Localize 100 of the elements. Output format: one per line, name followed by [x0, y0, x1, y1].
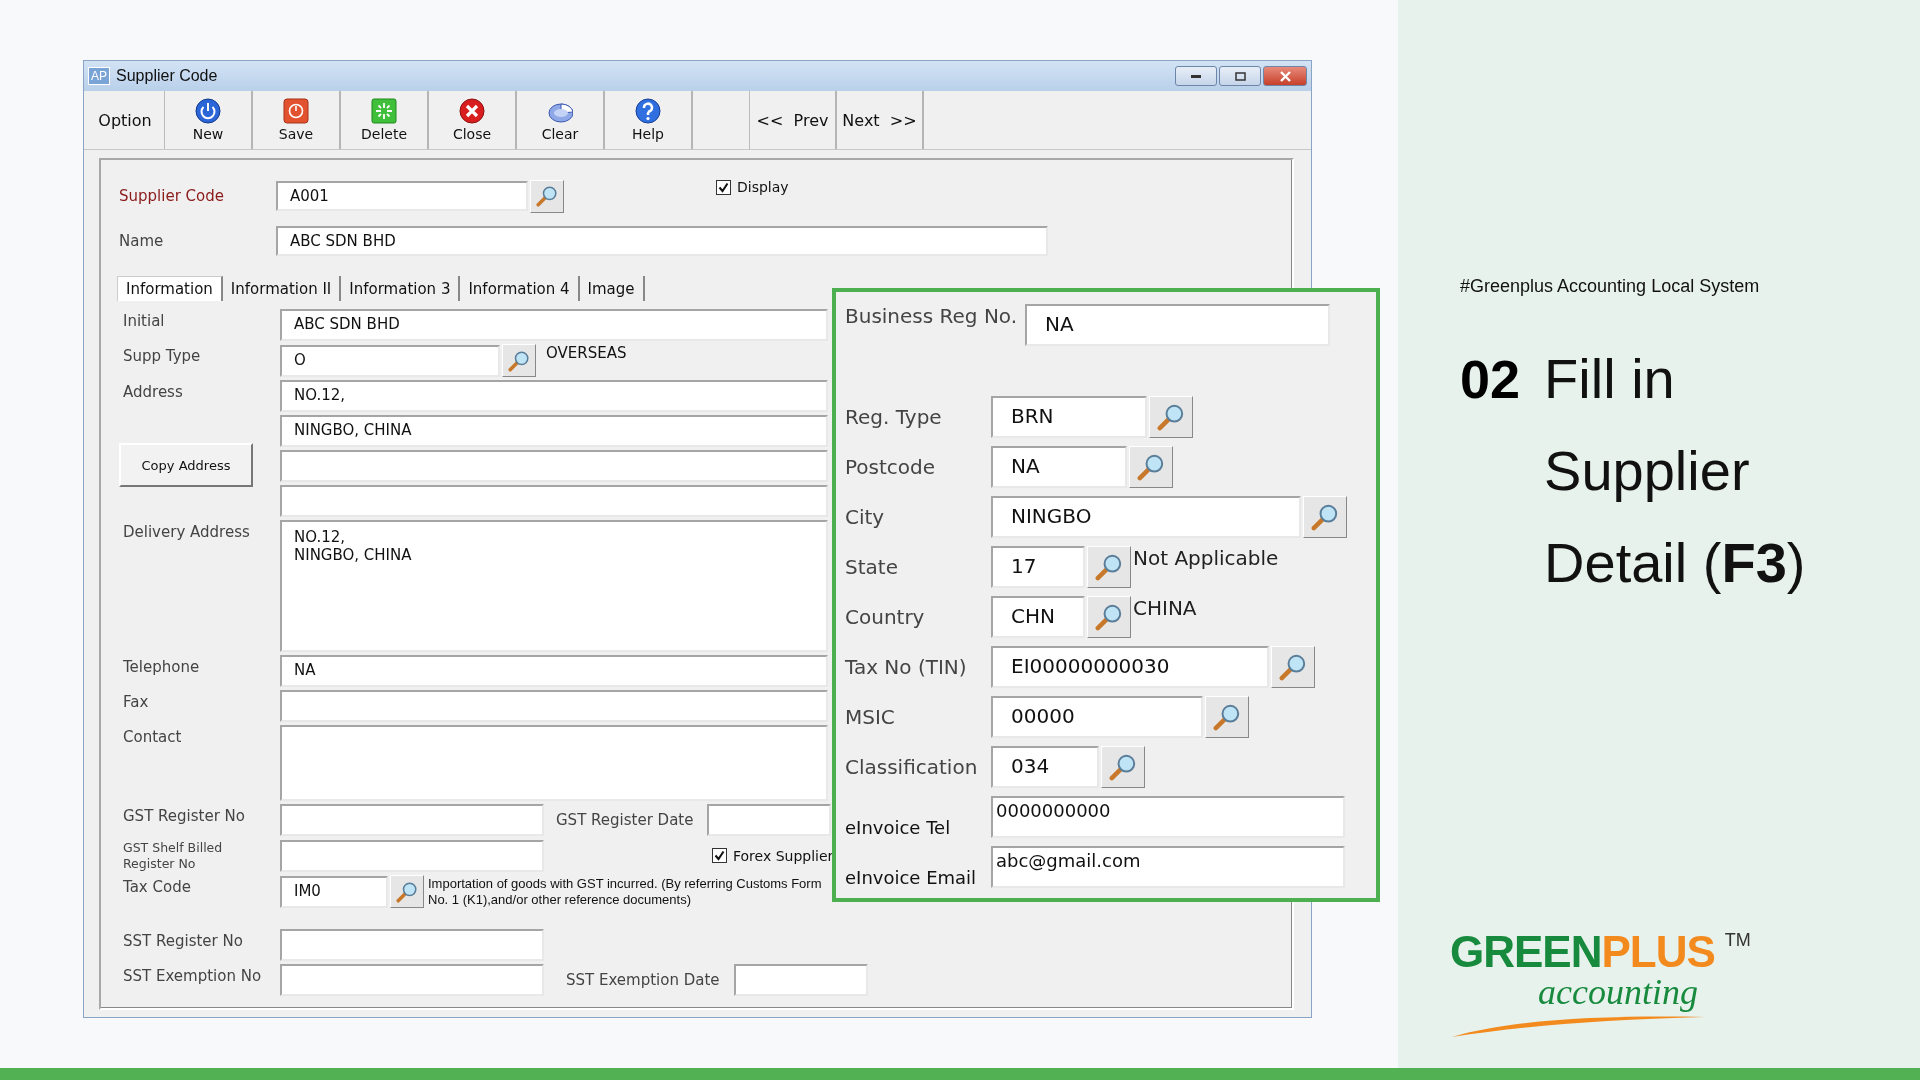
field-label: Reg. Type: [845, 405, 943, 429]
field-label: Delivery Address: [123, 522, 251, 541]
stop-icon: [283, 98, 309, 124]
text-field[interactable]: NA: [1025, 304, 1331, 346]
close-icon: [1279, 70, 1291, 82]
text-field[interactable]: 034: [991, 746, 1099, 788]
minimize-button[interactable]: [1175, 66, 1217, 86]
text-field[interactable]: 00000: [991, 696, 1203, 738]
field-label: Postcode: [845, 455, 937, 479]
field-label: Business Reg No.: [845, 304, 1018, 328]
field-label: City: [845, 505, 886, 529]
field-label: Supplier Code: [119, 187, 225, 205]
sparkle-icon: [371, 98, 397, 124]
text-field[interactable]: ABC SDN BHD: [276, 226, 1048, 256]
description-text: CHINA: [1133, 596, 1197, 620]
field-label: GST Register Date: [556, 811, 694, 829]
lookup-button[interactable]: [1087, 546, 1131, 588]
text-field[interactable]: [280, 485, 828, 517]
checkbox[interactable]: [716, 179, 731, 195]
lookup-button[interactable]: [502, 344, 536, 377]
text-field[interactable]: [280, 450, 828, 482]
text-field[interactable]: [280, 804, 544, 836]
app-icon: AP: [88, 67, 110, 85]
search-icon: [396, 880, 418, 903]
text-field[interactable]: NINGBO, CHINA: [280, 415, 828, 447]
tab[interactable]: Image: [579, 276, 645, 301]
logo-tagline: accounting: [1538, 972, 1698, 1012]
lookup-button[interactable]: [1271, 646, 1315, 688]
description-text: Importation of goods with GST incurred. (By referring Customs Form No. 1 (K1),and/or other reference documents): [428, 875, 823, 908]
close-button[interactable]: [1263, 66, 1307, 86]
search-icon: [508, 349, 530, 372]
lookup-button[interactable]: [1205, 696, 1249, 738]
text-field[interactable]: CHN: [991, 596, 1085, 638]
text-field[interactable]: [733, 964, 868, 996]
description-text: OVERSEAS: [546, 344, 627, 362]
field-label: Fax: [123, 692, 150, 711]
text-field[interactable]: BRN: [991, 396, 1147, 438]
checkbox[interactable]: [712, 848, 727, 863]
field-label: Initial: [123, 311, 166, 330]
text-field[interactable]: NA: [280, 655, 828, 687]
text-field[interactable]: [280, 839, 544, 872]
copy-address-button[interactable]: Copy Address: [119, 443, 253, 487]
search-icon: [536, 185, 558, 207]
field-label: Telephone: [123, 657, 201, 676]
field-label: Supp Type: [123, 346, 202, 365]
hashtag-text: #Greenplus Accounting Local System: [1460, 276, 1761, 297]
search-icon: [1137, 453, 1165, 481]
lookup-button[interactable]: [1101, 746, 1145, 788]
text-field[interactable]: abc@gmail.com: [991, 846, 1345, 888]
tab[interactable]: Information II: [222, 276, 342, 301]
field-label: SST Exemption Date: [566, 971, 720, 989]
text-field[interactable]: [280, 964, 544, 996]
minimize-icon: [1191, 74, 1201, 78]
field-label: Address: [123, 382, 184, 401]
search-icon: [1095, 603, 1123, 631]
trademark-mark: TM: [1724, 930, 1751, 951]
text-area[interactable]: NO.12, NINGBO, CHINA: [280, 520, 828, 652]
text-field[interactable]: ABC SDN BHD: [280, 309, 828, 341]
text-field[interactable]: NA: [991, 446, 1127, 488]
search-icon: [1279, 653, 1307, 681]
tab[interactable]: Information: [117, 276, 223, 301]
field-label: Tax No (TIN): [845, 655, 968, 679]
text-field[interactable]: O: [280, 344, 500, 377]
lookup-button[interactable]: [1303, 496, 1347, 538]
maximize-icon: [1234, 71, 1246, 81]
field-label: eInvoice Email: [845, 867, 978, 888]
lookup-button[interactable]: [530, 179, 564, 213]
field-label: Tax Code: [123, 877, 192, 896]
text-field[interactable]: [707, 804, 832, 836]
field-label: State: [845, 555, 899, 579]
text-field[interactable]: NO.12,: [280, 380, 828, 412]
search-icon: [1095, 553, 1123, 581]
field-label: SST Exemption No: [123, 966, 263, 985]
tab[interactable]: Information 4: [460, 276, 580, 301]
lookup-button[interactable]: [1129, 446, 1173, 488]
field-label: MSIC: [845, 705, 896, 729]
check-icon: [714, 850, 725, 861]
field-label: GST Register No: [123, 806, 246, 825]
close-icon: [459, 98, 485, 124]
maximize-button[interactable]: [1219, 66, 1261, 86]
text-field[interactable]: [280, 690, 828, 722]
tab[interactable]: Information 3: [341, 276, 461, 301]
field-label: Contact: [123, 727, 183, 746]
text-field[interactable]: A001: [276, 181, 528, 211]
lookup-button[interactable]: [390, 875, 424, 908]
search-icon: [1213, 703, 1241, 731]
lookup-button[interactable]: [1149, 396, 1193, 438]
text-field[interactable]: NINGBO: [991, 496, 1301, 538]
text-field[interactable]: EI00000000030: [991, 646, 1269, 688]
field-label: SST Register No: [123, 931, 244, 950]
help-icon: [635, 98, 661, 124]
text-field[interactable]: 17: [991, 546, 1085, 588]
check-icon: [718, 181, 729, 193]
lookup-button[interactable]: [1087, 596, 1131, 638]
text-field[interactable]: IM0: [280, 875, 388, 908]
window-title: Supplier Code: [116, 67, 219, 85]
text-area[interactable]: [280, 725, 828, 801]
text-field[interactable]: [280, 929, 544, 961]
text-field[interactable]: 0000000000: [991, 796, 1345, 838]
description-text: Not Applicable: [1133, 546, 1279, 570]
